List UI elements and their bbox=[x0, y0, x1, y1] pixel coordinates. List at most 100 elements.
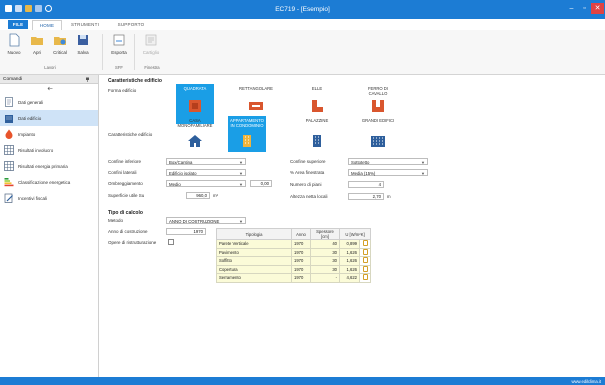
lock-icon[interactable] bbox=[359, 247, 371, 257]
label-confine-inferiore: Confine inferiore bbox=[108, 159, 142, 164]
label-caratteristiche-edificio: Caratteristiche edificio bbox=[108, 132, 153, 137]
table-cell: 40 bbox=[310, 239, 340, 249]
apartment-icon bbox=[243, 135, 251, 147]
table-row[interactable]: Pavimento 1970 30 1,626 bbox=[216, 247, 371, 257]
type-appartamento-in-condominio[interactable]: APPARTAMENTO IN CONDOMINIO bbox=[228, 116, 266, 152]
lock-icon[interactable] bbox=[359, 239, 371, 249]
altezza-locali-field[interactable]: 2,70 bbox=[348, 193, 384, 200]
horseshoe-shape-icon bbox=[372, 100, 384, 112]
type-grandi-edifici[interactable]: GRANDI EDIFICI bbox=[359, 116, 397, 152]
metodo-select[interactable]: ANNO DI COSTRUZIONE ▼ bbox=[166, 217, 246, 224]
ombreggiamento-select[interactable]: Medio ▼ bbox=[166, 180, 246, 187]
maximize-icon[interactable]: ▫ bbox=[578, 3, 591, 14]
chevron-down-icon: ▼ bbox=[239, 171, 243, 176]
table-row[interactable]: Parete Verticale 1970 40 0,899 bbox=[216, 239, 371, 249]
label-metodo: Metodo bbox=[108, 218, 124, 223]
table-cell: 1,626 bbox=[339, 256, 360, 266]
critical-button[interactable]: Critical bbox=[49, 33, 71, 55]
table-header: U [W/m²K] bbox=[339, 228, 371, 240]
lock-icon[interactable] bbox=[359, 273, 371, 283]
house-icon bbox=[188, 135, 202, 147]
chevron-down-icon: ▼ bbox=[421, 171, 425, 176]
commands-panel-title: Comandi bbox=[3, 76, 23, 82]
pin-icon[interactable] bbox=[85, 77, 90, 82]
close-icon[interactable]: ✕ bbox=[591, 3, 604, 14]
critical-folder-icon bbox=[54, 37, 66, 45]
label-altezza-locali: Altezza netta locali bbox=[290, 194, 328, 199]
window-title: EC719 - [Esempio] bbox=[275, 6, 330, 13]
nav-item-dati-edificio[interactable]: Dati edificio bbox=[0, 110, 98, 126]
export-icon bbox=[113, 34, 125, 46]
tab-supporto[interactable]: SUPPORTO bbox=[110, 20, 152, 29]
opere-ristrutturazione-checkbox[interactable] bbox=[168, 239, 174, 245]
table-cell: 0,899 bbox=[339, 239, 360, 249]
nav-item-incentivi[interactable]: Incentivi fiscali bbox=[0, 190, 98, 206]
tab-file[interactable]: FILE bbox=[8, 20, 28, 29]
table-cell: 1970 bbox=[291, 273, 311, 283]
energy-class-icon bbox=[4, 178, 14, 187]
confini-laterali-select[interactable]: Edificio isolato ▼ bbox=[166, 169, 246, 176]
new-button[interactable]: Nuovo bbox=[3, 33, 25, 55]
commands-panel-header: Comandi bbox=[0, 75, 98, 84]
nav-item-risultati-involucro[interactable]: Risultati involucro bbox=[0, 142, 98, 158]
type-palazzine[interactable]: PALAZZINE bbox=[298, 116, 336, 152]
components-table: Tipologia Anno Spessore [cm] U [W/m²K] P… bbox=[216, 228, 371, 283]
export-button[interactable]: Esporta bbox=[108, 33, 130, 55]
chevron-down-icon: ▼ bbox=[421, 160, 425, 165]
table-cell: - bbox=[310, 273, 340, 283]
area-finestrata-select[interactable]: Media (15%) ▼ bbox=[348, 169, 428, 176]
nav-item-dati-generali[interactable]: Dati generali bbox=[0, 94, 98, 110]
table-header: Tipologia bbox=[216, 228, 292, 240]
table-row[interactable]: Serramento 1970 - 4,622 bbox=[216, 273, 371, 283]
table-cell: Serramento bbox=[216, 273, 292, 283]
nav-item-impianto[interactable]: Impianto bbox=[0, 126, 98, 142]
tab-strumenti[interactable]: STRUMENTI bbox=[64, 20, 106, 29]
open-button[interactable]: Apri bbox=[26, 33, 48, 55]
group-label-lavori: Lavori bbox=[44, 65, 56, 70]
back-arrow-icon[interactable] bbox=[47, 86, 53, 91]
label-confini-laterali: Confini laterali bbox=[108, 170, 137, 175]
nav-item-risultati-energia[interactable]: Risultati energia primaria bbox=[0, 158, 98, 174]
confine-inferiore-select[interactable]: Box/Cantina ▼ bbox=[166, 158, 246, 165]
edit-icon bbox=[4, 193, 13, 203]
table-header: Anno bbox=[291, 228, 311, 240]
form-icon bbox=[145, 34, 157, 46]
ribbon-separator bbox=[102, 34, 103, 70]
table-cell: 1970 bbox=[291, 256, 311, 266]
table-cell: 1970 bbox=[291, 239, 311, 249]
large-building-icon bbox=[371, 136, 385, 147]
cartiglio-button[interactable]: Cartiglio bbox=[140, 33, 162, 55]
chevron-down-icon: ▼ bbox=[239, 160, 243, 165]
lock-icon[interactable] bbox=[359, 264, 371, 274]
save-button[interactable]: Salva bbox=[72, 33, 94, 55]
title-bar: EC719 - [Esempio] – ▫ ✕ bbox=[0, 0, 605, 19]
grid-icon bbox=[4, 161, 14, 171]
table-cell: Copertura bbox=[216, 264, 292, 274]
superficie-utile-unit: m² bbox=[213, 193, 219, 198]
lock-icon[interactable] bbox=[359, 256, 371, 266]
label-ombreggiamento: Ombreggiamento bbox=[108, 181, 143, 186]
minimize-icon[interactable]: – bbox=[565, 3, 578, 14]
table-row[interactable]: Copertura 1970 30 1,626 bbox=[216, 264, 371, 274]
table-header-row: Tipologia Anno Spessore [cm] U [W/m²K] bbox=[216, 228, 371, 240]
ombreggiamento-value-field[interactable]: 0,00 bbox=[250, 180, 272, 187]
label-opere-ristrutturazione: Opere di ristrutturazione bbox=[108, 240, 157, 245]
status-website: www.edilclima.it bbox=[571, 378, 601, 384]
type-casa-monofamiliare[interactable]: CASA MONOFAMILIARE bbox=[176, 116, 214, 152]
confine-superiore-select[interactable]: Sottotetto ▼ bbox=[348, 158, 428, 165]
numero-piani-field[interactable]: 4 bbox=[348, 181, 384, 188]
superficie-utile-field[interactable]: 960,0 bbox=[186, 192, 210, 199]
new-document-icon bbox=[9, 33, 20, 47]
nav-item-classificazione[interactable]: Classificazione energetica bbox=[0, 174, 98, 190]
palazzina-icon bbox=[313, 135, 321, 147]
table-row[interactable]: Soffitto 1970 30 1,626 bbox=[216, 256, 371, 266]
open-folder-icon bbox=[31, 37, 43, 45]
grid-icon bbox=[4, 145, 14, 155]
table-cell: 30 bbox=[310, 247, 340, 257]
table-cell: 4,622 bbox=[339, 273, 360, 283]
ribbon-separator bbox=[134, 34, 135, 70]
anno-costruzione-field[interactable]: 1970 bbox=[166, 228, 206, 235]
label-superficie-utile: Superficie utile Su bbox=[108, 193, 145, 198]
table-cell: Parete Verticale bbox=[216, 239, 292, 249]
chevron-down-icon: ▼ bbox=[239, 219, 243, 224]
